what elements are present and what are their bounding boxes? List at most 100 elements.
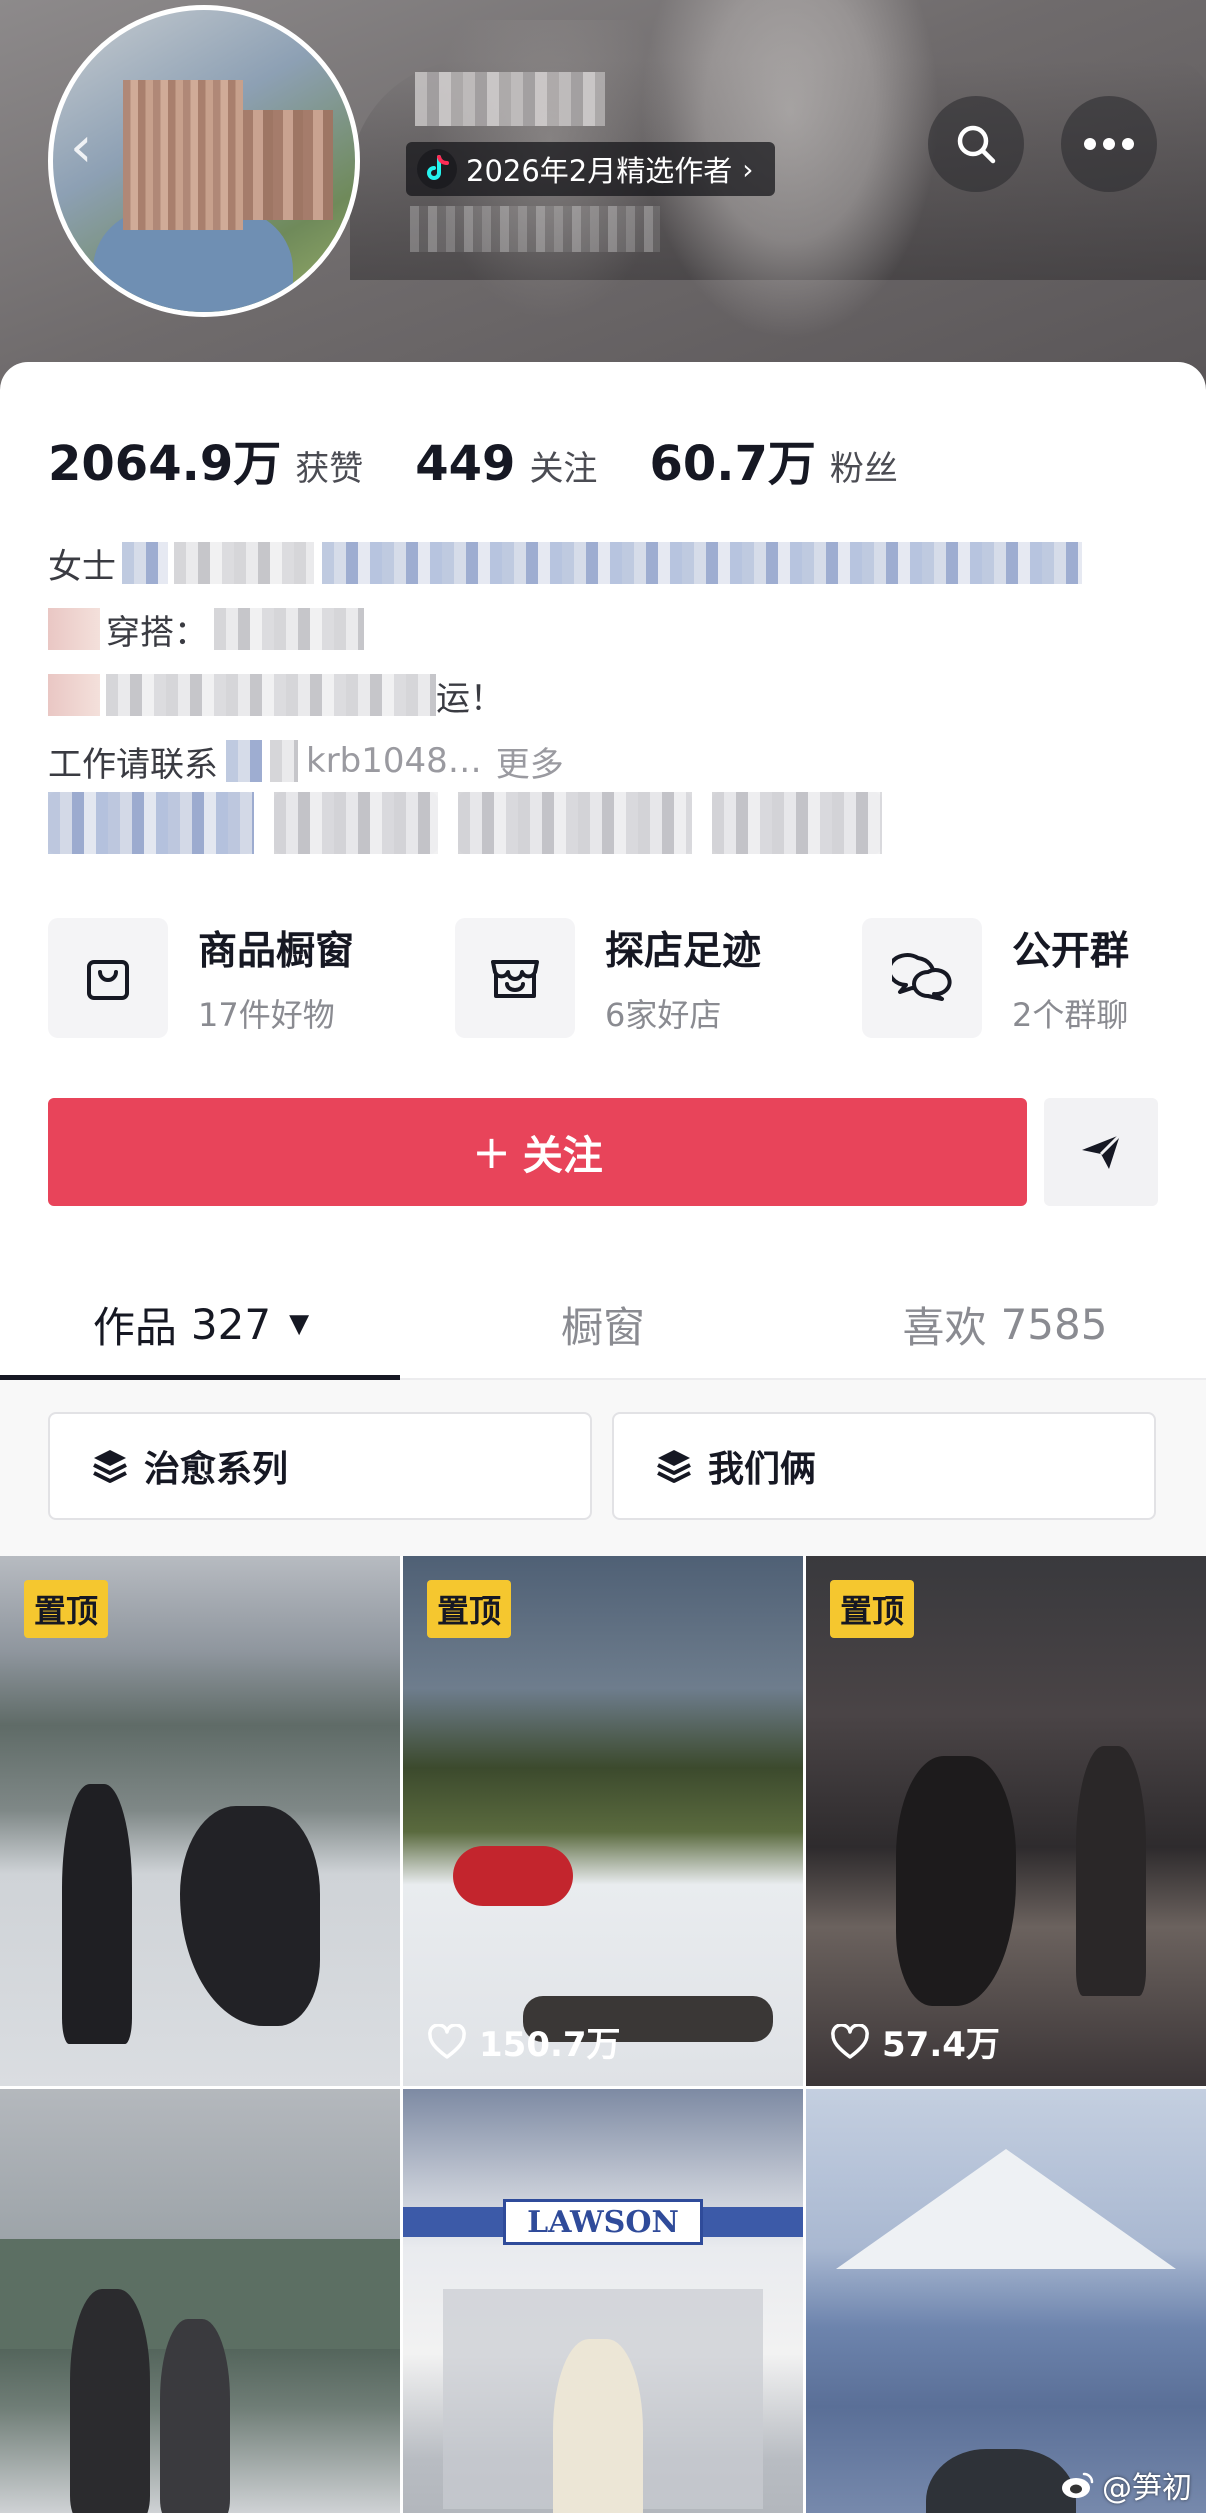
feature-subtitle: 2个群聊 [1012, 996, 1129, 1034]
username-redacted [415, 72, 605, 126]
tab-count: 327 [190, 1299, 272, 1349]
feature-store-visits[interactable]: 探店足迹 6家好店 [455, 918, 862, 1038]
profile-card: 2064.9万 获赞 449 关注 60.7万 粉丝 女士 穿搭： 运！ 工作请… [0, 362, 1206, 2513]
tag-chip[interactable] [48, 792, 254, 854]
follow-label: 关注 [522, 1133, 603, 1179]
shop-icon [491, 960, 539, 998]
photo-figure [180, 1806, 320, 2026]
photo-figure [160, 2319, 230, 2513]
back-icon[interactable]: ‹ [70, 118, 110, 178]
heart-icon [831, 2023, 869, 2059]
bio-redacted [174, 542, 314, 584]
feature-public-group[interactable]: 公开群 2个群聊 [862, 918, 1158, 1038]
bio-redacted [270, 740, 298, 782]
chevron-right-icon: › [742, 152, 754, 186]
photo-mountain [836, 2149, 1176, 2269]
work-contact: krb1048… [306, 741, 482, 781]
video-thumbnail[interactable]: LAWSON [403, 2089, 803, 2513]
tab-label: 橱窗 [560, 1302, 645, 1352]
feature-icon-box [48, 918, 168, 1038]
tab-label: 作品 [92, 1302, 177, 1352]
layers-icon [93, 1450, 127, 1483]
photo-figure [896, 1756, 1016, 2006]
pinned-badge: 置顶 [24, 1580, 109, 1638]
tag-chip[interactable] [458, 792, 692, 854]
collection-healing-series[interactable]: 治愈系列 [48, 1412, 592, 1520]
header-subtitle-redacted [410, 206, 660, 252]
more-dots-icon [1084, 138, 1134, 150]
photo-figure [453, 1846, 573, 1906]
bio-line: 运！ [48, 662, 1128, 728]
bio-line: 穿搭： [48, 596, 1128, 662]
more-options-button[interactable] [1061, 96, 1157, 192]
tab-count: 7585 [1000, 1299, 1108, 1349]
following-label: 关注 [529, 449, 598, 489]
watermark-text: @笋初 [1102, 2471, 1192, 2506]
video-thumbnail[interactable] [0, 2089, 400, 2513]
search-button[interactable] [928, 96, 1024, 192]
work-contact-label: 工作请联系 [48, 744, 218, 785]
caret-down-icon: ▼ [289, 1309, 310, 1339]
following-count[interactable]: 449 [415, 436, 515, 492]
emoji-icon [48, 674, 100, 716]
followers-label: 粉丝 [829, 449, 898, 489]
video-thumbnail[interactable]: 置顶 [0, 1556, 400, 2086]
heart-icon [428, 2023, 466, 2059]
bio-line: 工作请联系 krb1048… 更多 [48, 728, 1128, 794]
content-tabs: 作品 327 ▼ 橱窗 喜欢 7585 [0, 1270, 1206, 1380]
feature-title: 探店足迹 [605, 929, 762, 974]
follow-button[interactable]: + 关注 [48, 1098, 1027, 1206]
bio-text: 女士 [48, 546, 116, 587]
feature-subtitle: 6家好店 [605, 996, 722, 1034]
feature-shop-window[interactable]: 商品橱窗 17件好物 [48, 918, 455, 1038]
likes-count[interactable]: 2064.9万 [48, 424, 281, 494]
weibo-watermark: @笋初 [1060, 2463, 1192, 2507]
bio-more-link[interactable]: 更多 [496, 737, 564, 786]
tag-chip[interactable] [712, 792, 882, 854]
photo-figure [926, 2449, 1076, 2513]
followers-count[interactable]: 60.7万 [649, 424, 815, 494]
bio-text: 穿搭： [106, 612, 208, 653]
featured-creator-badge[interactable]: 2026年2月精选作者 › [406, 142, 776, 196]
tag-redacted [48, 792, 254, 854]
collection-label: 治愈系列 [144, 1449, 289, 1490]
profile-header: ‹ 2026年2月精选作者 › [0, 0, 1206, 420]
bio: 女士 穿搭： 运！ 工作请联系 krb1048… 更多 [48, 530, 1128, 794]
email-emoji-icon [226, 740, 262, 782]
tag-redacted [712, 792, 882, 854]
bio-emoji-redacted [122, 542, 168, 584]
collection-label: 我们俩 [708, 1449, 817, 1490]
video-grid: 置顶 置顶 150.7万 置顶 57.4万 LAWSON [0, 1556, 1206, 2513]
plus-icon: + [472, 1125, 511, 1179]
tag-redacted [458, 792, 692, 854]
featured-creator-text: 2026年2月精选作者 [466, 154, 733, 188]
store-sign: LAWSON [503, 2199, 703, 2245]
tab-works[interactable]: 作品 327 ▼ [0, 1270, 402, 1380]
video-thumbnail[interactable]: 置顶 150.7万 [403, 1556, 803, 2086]
bio-redacted [322, 542, 1082, 584]
collection-the-two-of-us[interactable]: 我们俩 [612, 1412, 1156, 1520]
video-likes-count: 57.4万 [882, 2025, 1000, 2065]
layers-icon [657, 1450, 691, 1483]
message-button[interactable] [1044, 1098, 1158, 1206]
video-likes-count: 150.7万 [479, 2025, 621, 2065]
video-thumbnail[interactable]: 置顶 57.4万 [806, 1556, 1206, 2086]
feature-title: 公开群 [1012, 929, 1130, 974]
photo-figure [553, 2339, 643, 2513]
bio-redacted [214, 608, 364, 650]
bio-line: 女士 [48, 530, 1128, 596]
tag-chip[interactable] [274, 792, 438, 854]
feature-row: 商品橱窗 17件好物 探店足迹 6家好店 公开群 2个群聊 [48, 918, 1158, 1038]
bio-redacted [106, 674, 436, 716]
douyin-logo-icon [417, 149, 457, 189]
profile-tags [48, 792, 882, 854]
bag-icon [87, 960, 129, 1000]
search-icon [957, 125, 996, 164]
tab-likes[interactable]: 喜欢 7585 [804, 1270, 1206, 1378]
lipstick-emoji-icon [48, 608, 100, 650]
video-thumbnail[interactable] [806, 2089, 1206, 2513]
weibo-logo-icon [1062, 2472, 1094, 2498]
tab-shop-window[interactable]: 橱窗 [402, 1270, 804, 1378]
photo-figure [70, 2289, 150, 2513]
tab-label: 喜欢 [902, 1302, 987, 1352]
